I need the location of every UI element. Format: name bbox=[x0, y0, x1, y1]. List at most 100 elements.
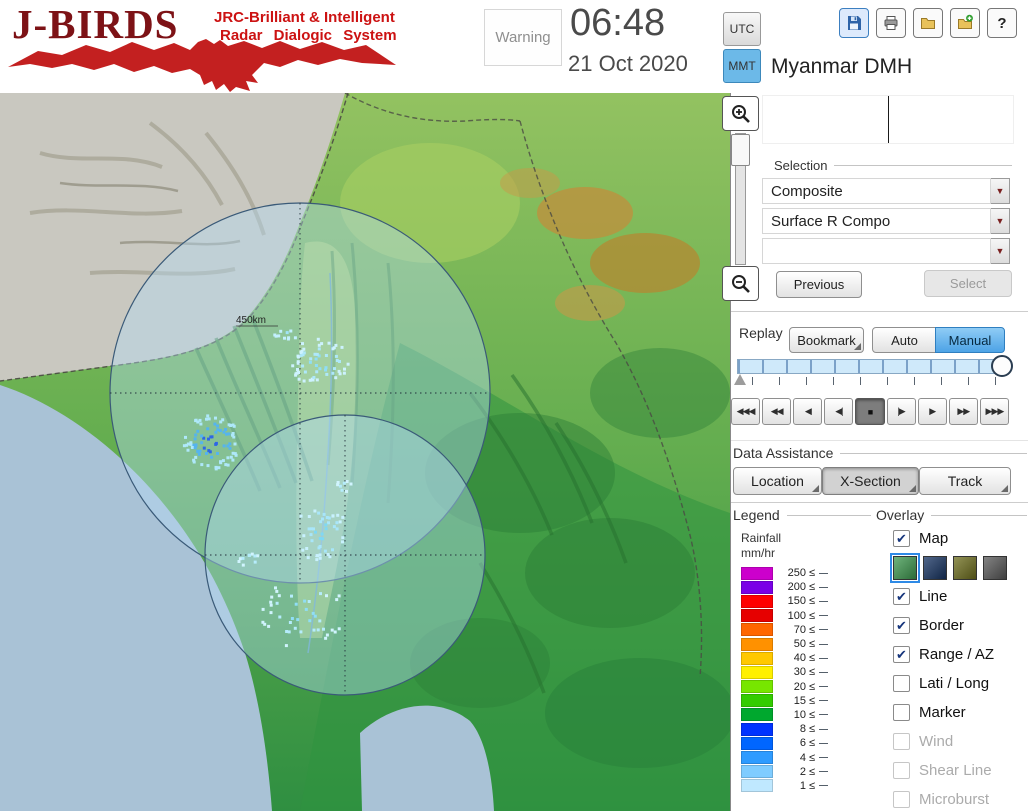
legend-tick bbox=[819, 587, 828, 588]
replay-slider-handle[interactable] bbox=[991, 355, 1013, 377]
legend-lte-symbol: ≤ bbox=[809, 752, 815, 764]
skip-to-start-button[interactable]: ◀◀◀ bbox=[731, 398, 760, 425]
zoom-in-icon bbox=[730, 103, 752, 125]
overlay-item-range-az: ✔Range / AZ bbox=[893, 643, 1028, 666]
legend-lte-symbol: ≤ bbox=[809, 567, 815, 579]
legend-color-swatch bbox=[741, 638, 773, 651]
overlay-item-label: Border bbox=[919, 617, 964, 634]
selection-label-text: Selection bbox=[774, 158, 827, 173]
legend-tick bbox=[819, 729, 828, 730]
jbirds-application-window: J-BIRDS JRC-Brilliant & Intelligent Rada… bbox=[0, 0, 1030, 811]
fast-rewind-button[interactable]: ◀◀ bbox=[762, 398, 791, 425]
print-button[interactable] bbox=[876, 8, 906, 38]
bookmark-button[interactable]: Bookmark bbox=[789, 327, 864, 353]
navy-map-style-swatch[interactable] bbox=[923, 556, 947, 580]
legend-value: 150 bbox=[780, 595, 806, 607]
marker-checkbox[interactable] bbox=[893, 704, 910, 721]
export-button[interactable] bbox=[950, 8, 980, 38]
zoom-in-button[interactable] bbox=[722, 96, 759, 131]
legend-lte-symbol: ≤ bbox=[809, 666, 815, 678]
divider bbox=[731, 311, 1028, 312]
overlay-item-marker: Marker bbox=[893, 701, 1028, 724]
help-icon: ? bbox=[997, 15, 1006, 32]
play-button[interactable]: ▶ bbox=[918, 398, 947, 425]
shear-line-checkbox[interactable] bbox=[893, 762, 910, 779]
step-back-button[interactable]: ◀| bbox=[824, 398, 853, 425]
stop-button[interactable]: ■ bbox=[855, 398, 884, 425]
range-az-checkbox[interactable]: ✔ bbox=[893, 646, 910, 663]
green-map-style-swatch[interactable] bbox=[893, 556, 917, 580]
legend-tick bbox=[819, 771, 828, 772]
legend-color-swatch bbox=[741, 666, 773, 679]
auto-mode-button[interactable]: Auto bbox=[872, 327, 937, 353]
overlay-item-border: ✔ Border bbox=[893, 614, 1028, 637]
microburst-checkbox[interactable] bbox=[893, 791, 910, 808]
replay-timeline-slider[interactable] bbox=[737, 359, 1007, 374]
overlay-options: ✔Map✔Line✔Border✔Range / AZLati / LongMa… bbox=[893, 527, 1028, 811]
overlay-item-label: Lati / Long bbox=[919, 675, 989, 692]
mmt-toggle-button[interactable]: MMT bbox=[723, 49, 761, 83]
overlay-item-label: Shear Line bbox=[919, 762, 992, 779]
radar-map[interactable]: 450km bbox=[0, 93, 730, 811]
legend-tick bbox=[819, 686, 828, 687]
legend-row: 10≤ bbox=[741, 708, 871, 722]
help-button[interactable]: ? bbox=[987, 8, 1017, 38]
line-checkbox[interactable]: ✔ bbox=[893, 588, 910, 605]
product-text-field[interactable] bbox=[762, 95, 1014, 144]
product-dropdown[interactable]: Surface R Compo ▼ bbox=[762, 208, 1010, 234]
overlay-label-text: Overlay bbox=[876, 507, 924, 523]
zoom-slider-thumb[interactable] bbox=[731, 134, 750, 166]
legend-tick bbox=[819, 615, 828, 616]
manual-mode-button[interactable]: Manual bbox=[935, 327, 1005, 353]
zoom-out-icon bbox=[730, 273, 752, 295]
radar-map-canvas[interactable]: 450km bbox=[0, 93, 730, 811]
map-checkbox[interactable]: ✔ bbox=[893, 530, 910, 547]
open-folder-button[interactable] bbox=[913, 8, 943, 38]
legend-lte-symbol: ≤ bbox=[809, 595, 815, 607]
wind-checkbox[interactable] bbox=[893, 733, 910, 750]
gray-map-style-swatch[interactable] bbox=[983, 556, 1007, 580]
select-button[interactable]: Select bbox=[924, 270, 1012, 297]
location-button[interactable]: Location bbox=[733, 467, 822, 495]
overlay-section-label: Overlay bbox=[876, 507, 1027, 523]
legend-lte-symbol: ≤ bbox=[809, 624, 815, 636]
olive-map-style-swatch[interactable] bbox=[953, 556, 977, 580]
chevron-down-icon[interactable]: ▼ bbox=[991, 208, 1010, 234]
data-assistance-section-label: Data Assistance bbox=[733, 445, 1027, 461]
legend-color-swatch bbox=[741, 751, 773, 764]
legend-tick bbox=[819, 629, 828, 630]
legend-row: 100≤ bbox=[741, 609, 871, 623]
overlay-item-shear-line: Shear Line bbox=[893, 759, 1028, 782]
play-reverse-button[interactable]: ◀ bbox=[793, 398, 822, 425]
step-forward-button[interactable]: |▶ bbox=[887, 398, 916, 425]
overlay-item-label: Line bbox=[919, 588, 947, 605]
chevron-down-icon[interactable]: ▼ bbox=[991, 238, 1010, 264]
composite-dropdown-value: Composite bbox=[762, 178, 991, 204]
legend-lte-symbol: ≤ bbox=[809, 766, 815, 778]
previous-button[interactable]: Previous bbox=[776, 271, 862, 298]
x-section-button[interactable]: X-Section bbox=[822, 467, 919, 495]
print-icon bbox=[882, 14, 900, 32]
save-button[interactable] bbox=[839, 8, 869, 38]
zoom-out-button[interactable] bbox=[722, 266, 759, 301]
legend-row: 40≤ bbox=[741, 651, 871, 665]
sub-product-dropdown[interactable]: ▼ bbox=[762, 238, 1010, 264]
track-button[interactable]: Track bbox=[919, 467, 1011, 495]
legend-lte-symbol: ≤ bbox=[809, 610, 815, 622]
legend-lte-symbol: ≤ bbox=[809, 681, 815, 693]
legend-tick bbox=[819, 714, 828, 715]
sub-product-dropdown-value bbox=[762, 238, 991, 264]
overlay-item-line: ✔ Line bbox=[893, 585, 1028, 608]
legend-value: 10 bbox=[780, 709, 806, 721]
overlay-item-label: Wind bbox=[919, 733, 953, 750]
legend-tick bbox=[819, 700, 828, 701]
composite-dropdown[interactable]: Composite ▼ bbox=[762, 178, 1010, 204]
legend-color-swatch bbox=[741, 595, 773, 608]
lati-long-checkbox[interactable] bbox=[893, 675, 910, 692]
utc-toggle-button[interactable]: UTC bbox=[723, 12, 761, 46]
chevron-down-icon[interactable]: ▼ bbox=[991, 178, 1010, 204]
legend-row: 200≤ bbox=[741, 580, 871, 594]
border-checkbox[interactable]: ✔ bbox=[893, 617, 910, 634]
skip-to-end-button[interactable]: ▶▶▶ bbox=[980, 398, 1009, 425]
fast-forward-button[interactable]: ▶▶ bbox=[949, 398, 978, 425]
